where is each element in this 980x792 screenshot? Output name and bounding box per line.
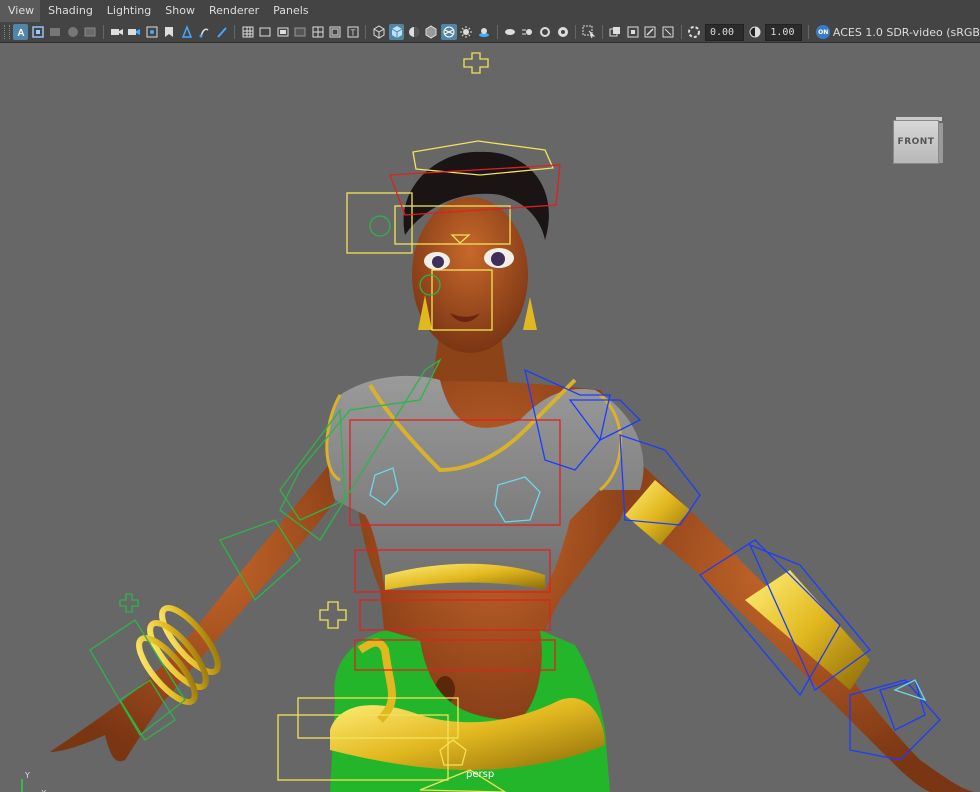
viewcube-side-face[interactable] xyxy=(939,123,943,163)
color-management-badge-label: ON xyxy=(818,28,829,36)
exposure-field[interactable]: 0.00 xyxy=(704,23,744,41)
grease-pencil-icon[interactable] xyxy=(214,24,229,40)
use-all-lights-icon[interactable] xyxy=(459,24,474,40)
exposure-icon[interactable] xyxy=(687,24,702,40)
toolbar-separator xyxy=(103,25,105,39)
toolbar-separator xyxy=(601,25,603,39)
toolbar-grip[interactable] xyxy=(4,25,10,39)
axis-indicator: Y X xyxy=(12,771,52,792)
viewcube-front-face[interactable]: FRONT xyxy=(893,120,939,164)
toolbar-separator xyxy=(365,25,367,39)
field-chart-icon[interactable] xyxy=(179,24,194,40)
viewcube[interactable]: FRONT xyxy=(893,117,943,165)
left-arm xyxy=(50,445,360,762)
screen-space-ao-icon[interactable] xyxy=(503,24,518,40)
image-plane-icon[interactable] xyxy=(65,24,80,40)
maya-viewport-panel: View Shading Lighting Show Renderer Pane… xyxy=(0,0,980,792)
film-gate-icon[interactable] xyxy=(127,24,142,40)
svg-text:A: A xyxy=(17,28,24,39)
menu-shading[interactable]: Shading xyxy=(40,0,99,22)
depth-of-field-icon[interactable] xyxy=(555,24,570,40)
gate-mask-icon[interactable] xyxy=(161,24,176,40)
view-transform-dropdown[interactable]: ACES 1.0 SDR-video (sRGB xyxy=(833,26,980,39)
toolbar-separator xyxy=(680,25,682,39)
gate-mask-toggle-icon[interactable] xyxy=(293,24,308,40)
toolbar-separator xyxy=(808,25,810,39)
svg-text:T: T xyxy=(350,29,355,38)
axis-y-label: Y xyxy=(25,771,30,780)
character-rig-scene xyxy=(50,52,975,792)
xray-joints-icon[interactable] xyxy=(643,24,658,40)
bookmarks-icon[interactable] xyxy=(48,24,63,40)
panel-menu-bar: View Shading Lighting Show Renderer Pane… xyxy=(0,0,980,22)
toolbar-separator xyxy=(575,25,577,39)
safe-action-toggle-icon[interactable] xyxy=(328,24,343,40)
toolbar-separator xyxy=(496,25,498,39)
textured-icon[interactable] xyxy=(441,24,457,40)
film-back-icon[interactable] xyxy=(258,24,273,40)
smooth-shade-icon[interactable] xyxy=(388,24,405,40)
select-camera-icon[interactable]: A xyxy=(12,24,29,40)
camera-icon[interactable] xyxy=(109,24,124,40)
resolution-gate-icon[interactable] xyxy=(144,24,159,40)
shadows-icon[interactable] xyxy=(476,24,491,40)
wireframe-on-shaded-icon[interactable] xyxy=(424,24,439,40)
resolution-gate-toggle-icon[interactable] xyxy=(275,24,290,40)
wireframe-icon[interactable] xyxy=(371,24,386,40)
head xyxy=(403,151,549,353)
menu-view[interactable]: View xyxy=(0,0,41,22)
isolate-select-icon[interactable] xyxy=(581,24,596,40)
menu-panels[interactable]: Panels xyxy=(265,0,314,22)
menu-renderer[interactable]: Renderer xyxy=(201,0,265,22)
safe-action-icon[interactable] xyxy=(196,24,211,40)
camera-attributes-icon[interactable] xyxy=(30,24,45,40)
menu-show[interactable]: Show xyxy=(157,0,201,22)
motion-blur-icon[interactable] xyxy=(520,24,535,40)
field-chart-toggle-icon[interactable] xyxy=(310,24,325,40)
grid-icon[interactable] xyxy=(240,24,255,40)
panel-toolbar: A T 0.00 1.00 ON ACES 1.0 SDR-video (sRG… xyxy=(0,22,980,43)
xray-active-components-icon[interactable] xyxy=(625,24,640,40)
gamma-icon[interactable] xyxy=(747,24,762,40)
multisample-aa-icon[interactable] xyxy=(537,24,552,40)
safe-title-icon[interactable]: T xyxy=(345,24,360,40)
color-management-toggle-icon[interactable]: ON xyxy=(816,25,830,39)
xray-icon[interactable] xyxy=(608,24,623,40)
backface-culling-icon[interactable] xyxy=(660,24,675,40)
menu-lighting[interactable]: Lighting xyxy=(99,0,157,22)
default-material-icon[interactable] xyxy=(406,24,421,40)
toolbar-separator xyxy=(234,25,236,39)
3d-viewport[interactable]: FRONT Y X persp xyxy=(0,43,980,792)
gamma-field[interactable]: 1.00 xyxy=(765,23,803,41)
camera-name-label: persp xyxy=(466,769,495,780)
twod-pan-zoom-icon[interactable] xyxy=(83,24,98,40)
